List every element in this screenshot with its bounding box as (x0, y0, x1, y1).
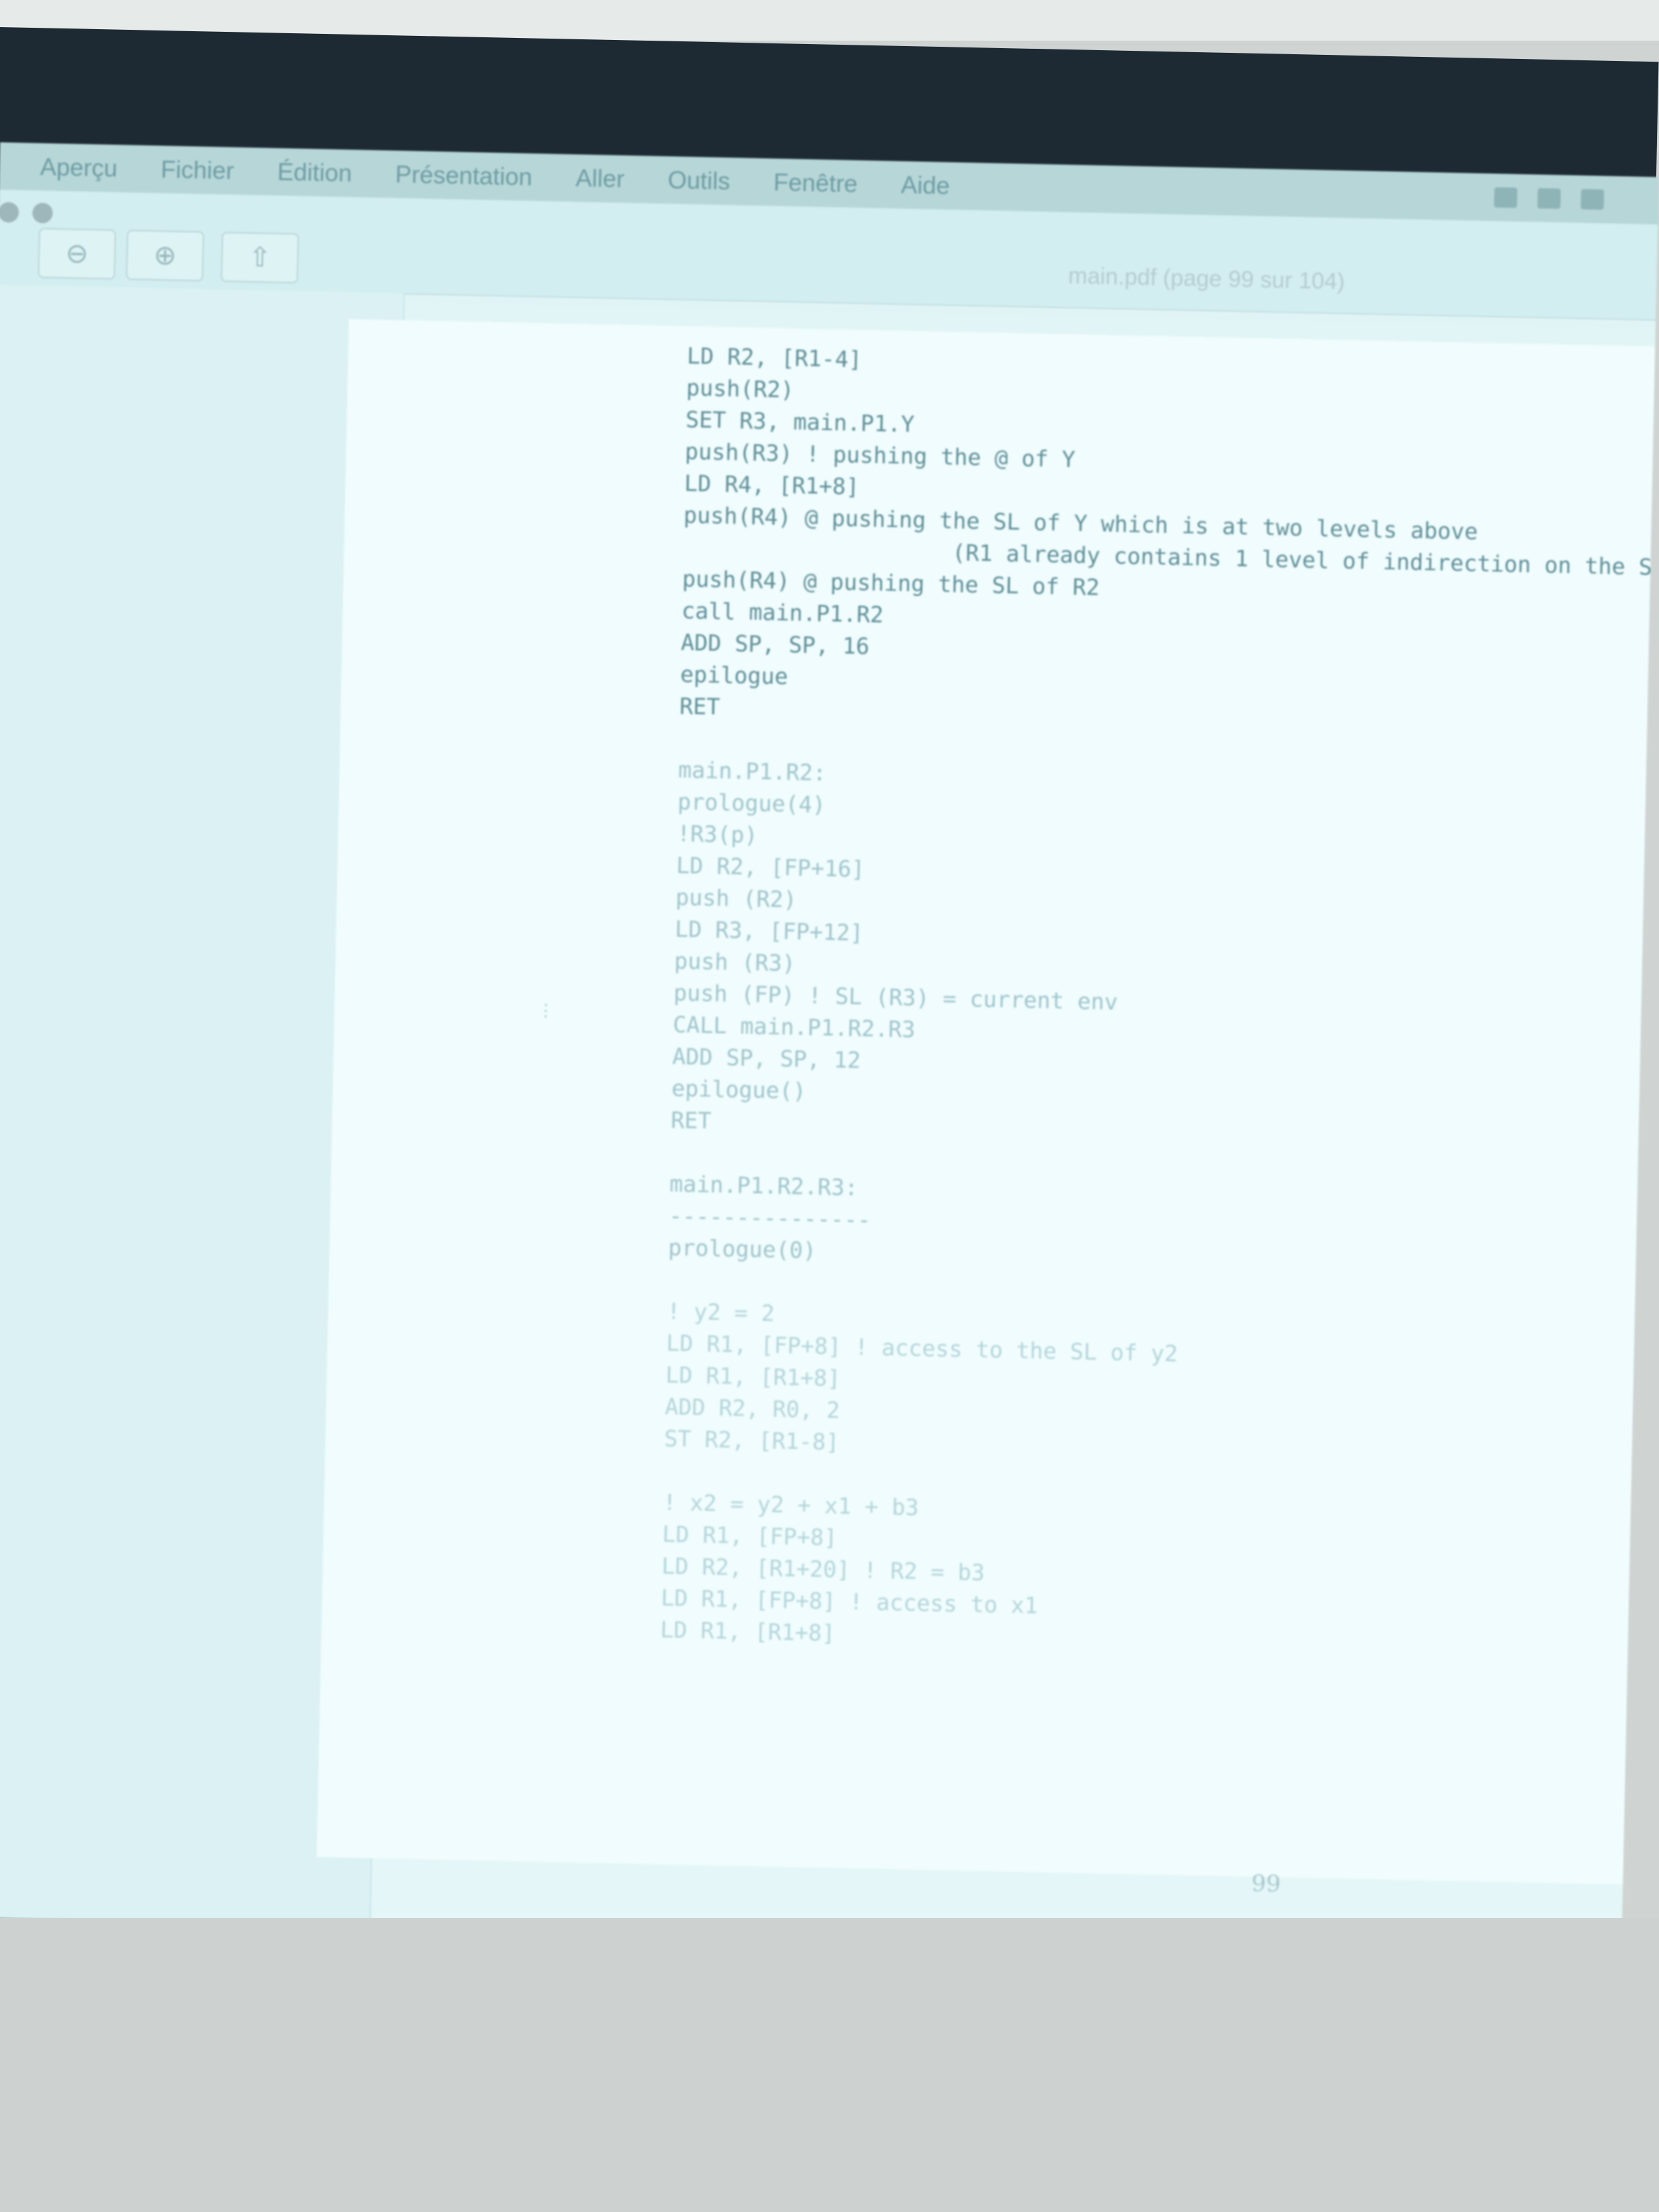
minimize-window-button[interactable] (32, 203, 54, 224)
room-wall (0, 1918, 1659, 2212)
menu-item-edition[interactable]: Édition (277, 158, 352, 188)
zoom-in-icon: ⊕ (153, 240, 177, 271)
status-icon[interactable] (1580, 188, 1605, 210)
status-icon[interactable] (1537, 188, 1561, 209)
share-icon: ⇧ (248, 242, 272, 273)
menu-item-fichier[interactable]: Fichier (161, 155, 234, 185)
status-icon[interactable] (1494, 187, 1518, 208)
zoom-out-icon: ⊖ (65, 239, 89, 269)
zoom-in-button[interactable]: ⊕ (125, 229, 205, 282)
menu-item-aller[interactable]: Aller (575, 164, 625, 193)
pdf-page: LD R2, [R1-4] push(R2) SET R3, main.P1.Y pu… (316, 319, 1658, 1898)
page-number: 99 (1251, 1870, 1282, 1898)
margin-annotation: ⋮ (537, 1000, 554, 1021)
menu-item-apercu[interactable]: Aperçu (40, 152, 118, 182)
code-listing: LD R2, [R1-4] push(R2) SET R3, main.P1.Y pu… (660, 340, 1659, 1666)
menu-item-fenetre[interactable]: Fenêtre (773, 168, 858, 199)
menu-item-aide[interactable]: Aide (901, 171, 950, 200)
menu-item-outils[interactable]: Outils (668, 166, 731, 196)
zoom-out-button[interactable]: ⊖ (37, 228, 117, 280)
close-window-button[interactable] (0, 201, 20, 223)
projected-screen: Aperçu Fichier Édition Présentation Alle… (0, 142, 1659, 1952)
window-title: main.pdf (page 99 sur 104) (1067, 263, 1345, 295)
menu-item-presentation[interactable]: Présentation (395, 160, 533, 191)
window-controls (0, 201, 54, 224)
share-button[interactable]: ⇧ (220, 231, 300, 284)
menu-extras (1494, 187, 1605, 210)
